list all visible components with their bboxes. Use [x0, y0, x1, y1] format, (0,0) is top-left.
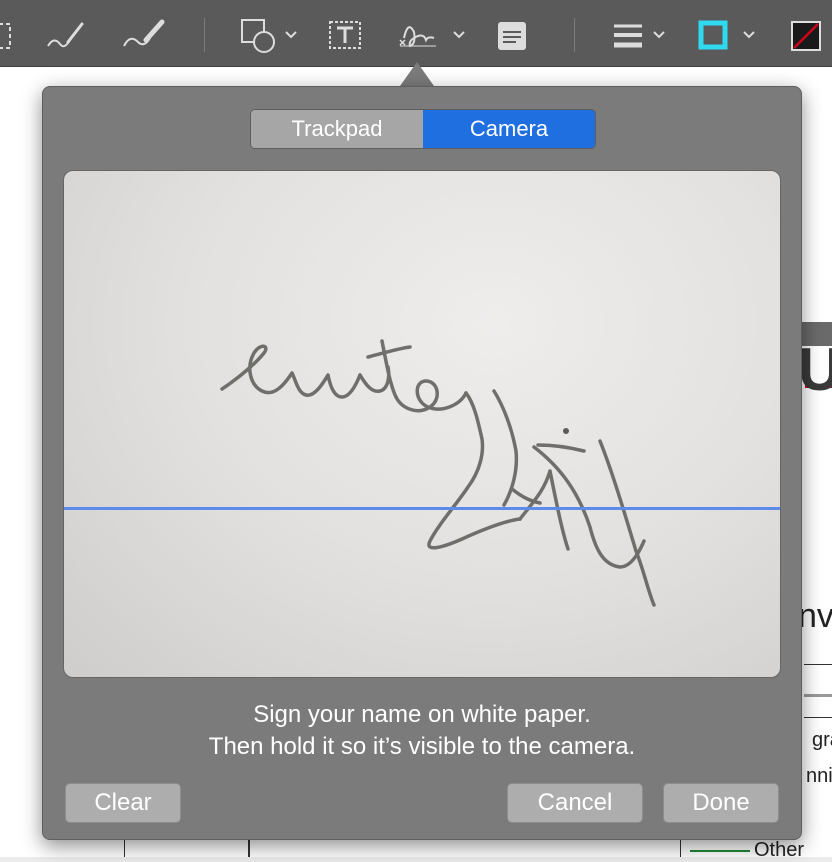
- document-rule: [804, 717, 832, 718]
- document-rule: [804, 694, 832, 697]
- legend-label: Other: [754, 839, 805, 861]
- toolbar-separator: [204, 18, 205, 52]
- camera-preview: [63, 170, 781, 678]
- document-text-fragment: gra: [812, 729, 832, 751]
- shapes-chevron-down-icon[interactable]: [284, 28, 298, 46]
- document-rule: [804, 664, 832, 665]
- sketch-icon[interactable]: [44, 16, 88, 56]
- toolbar-separator: [574, 18, 575, 52]
- signature-chevron-down-icon[interactable]: [452, 28, 466, 46]
- shapes-icon[interactable]: [240, 16, 280, 56]
- border-color-chevron-down-icon[interactable]: [742, 28, 756, 46]
- signature-image: [220, 339, 656, 607]
- draw-icon[interactable]: [120, 16, 168, 56]
- legend-swatch: [690, 850, 750, 852]
- line-style-chevron-down-icon[interactable]: [652, 28, 666, 46]
- border-color-icon[interactable]: [698, 16, 730, 56]
- cancel-button[interactable]: Cancel: [507, 783, 643, 823]
- instructions-line-1: Sign your name on white paper.: [253, 701, 591, 728]
- toolbar: [0, 0, 832, 67]
- instructions-line-2: Then hold it so it’s visible to the came…: [208, 733, 636, 760]
- chart-axis: [680, 837, 681, 857]
- selection-icon[interactable]: [0, 16, 14, 56]
- camera-instructions: Sign your name on white paper. Then hold…: [43, 699, 801, 763]
- chart-axis: [124, 837, 125, 857]
- signature-source-segmented-control: Trackpad Camera: [250, 109, 596, 149]
- tab-camera[interactable]: Camera: [423, 110, 595, 148]
- document-text-fragment: nnic: [806, 765, 832, 787]
- signature-icon[interactable]: [396, 16, 444, 56]
- clear-button[interactable]: Clear: [65, 783, 181, 823]
- line-style-icon[interactable]: [612, 16, 644, 56]
- signature-baseline-guide: [64, 507, 780, 510]
- signature-popover: Trackpad Camera Sign your name on white …: [42, 86, 802, 840]
- tab-trackpad[interactable]: Trackpad: [251, 110, 423, 148]
- document-heading-fragment: U: [798, 336, 832, 403]
- note-icon[interactable]: [496, 16, 528, 56]
- popover-arrow: [400, 62, 434, 86]
- document-title-fragment: nv: [798, 597, 832, 635]
- text-box-icon[interactable]: [328, 16, 364, 56]
- fill-color-icon[interactable]: [790, 16, 822, 56]
- done-button[interactable]: Done: [663, 783, 779, 823]
- chart-axis: [248, 837, 250, 857]
